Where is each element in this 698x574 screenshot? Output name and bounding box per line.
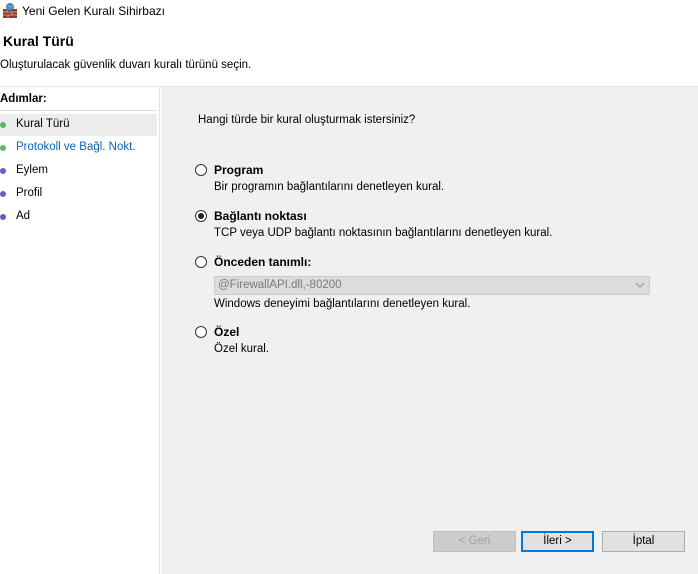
option-description: TCP veya UDP bağlantı noktasının bağlant…	[214, 227, 553, 239]
cancel-button[interactable]: İptal	[602, 531, 685, 552]
window-title: Yeni Gelen Kuralı Sihirbazı	[22, 4, 165, 18]
step-kural-turu: Kural Türü	[0, 114, 157, 136]
step-status-dot-icon	[0, 191, 6, 197]
predefined-rule-select[interactable]: @FirewallAPI.dll,-80200	[214, 276, 650, 295]
option-description: Bir programın bağlantılarını denetleyen …	[214, 181, 445, 193]
option-label[interactable]: Özel	[214, 325, 239, 339]
wizard-header: Kural Türü Oluşturulacak güvenlik duvarı…	[0, 24, 698, 87]
steps-sidebar: Adımlar: Kural Türü Protokoll ve Bağl. N…	[0, 87, 160, 574]
step-profil: Profil	[0, 183, 157, 205]
option-description: Özel kural.	[214, 343, 269, 355]
step-status-dot-icon	[0, 145, 6, 151]
step-protokoll[interactable]: Protokoll ve Bağl. Nokt.	[0, 137, 157, 159]
predefined-rule-value: @FirewallAPI.dll,-80200	[218, 279, 342, 291]
next-button[interactable]: İleri >	[521, 531, 594, 552]
step-eylem: Eylem	[0, 160, 157, 182]
program-radio[interactable]	[195, 164, 207, 176]
page-title: Kural Türü	[3, 33, 74, 49]
step-label: Kural Türü	[16, 118, 70, 130]
step-label: Eylem	[16, 164, 48, 176]
option-label[interactable]: Program	[214, 163, 263, 177]
step-label: Ad	[16, 210, 31, 222]
rule-type-question: Hangi türde bir kural oluşturmak istersi…	[198, 114, 416, 126]
firewall-wizard-icon	[3, 3, 17, 18]
predefined-radio[interactable]	[195, 256, 207, 268]
back-button[interactable]: < Geri	[433, 531, 516, 552]
step-ad: Ad	[0, 206, 157, 228]
step-label[interactable]: Protokoll ve Bağl. Nokt.	[16, 141, 136, 153]
step-status-dot-icon	[0, 214, 6, 220]
option-label[interactable]: Bağlantı noktası	[214, 209, 307, 223]
step-label: Profil	[16, 187, 43, 199]
steps-divider	[0, 110, 157, 111]
custom-radio[interactable]	[195, 326, 207, 338]
step-status-dot-icon	[0, 168, 6, 174]
page-description: Oluşturulacak güvenlik duvarı kuralı tür…	[0, 59, 252, 71]
main-panel: Hangi türde bir kural oluşturmak istersi…	[161, 87, 698, 574]
option-description: Windows deneyimi bağlantılarını denetley…	[214, 298, 471, 310]
step-status-dot-icon	[0, 122, 6, 128]
steps-heading: Adımlar:	[0, 93, 47, 105]
port-radio[interactable]	[195, 210, 207, 222]
chevron-down-icon	[635, 282, 645, 288]
title-bar: Yeni Gelen Kuralı Sihirbazı	[0, 0, 698, 24]
option-label[interactable]: Önceden tanımlı:	[214, 255, 311, 269]
